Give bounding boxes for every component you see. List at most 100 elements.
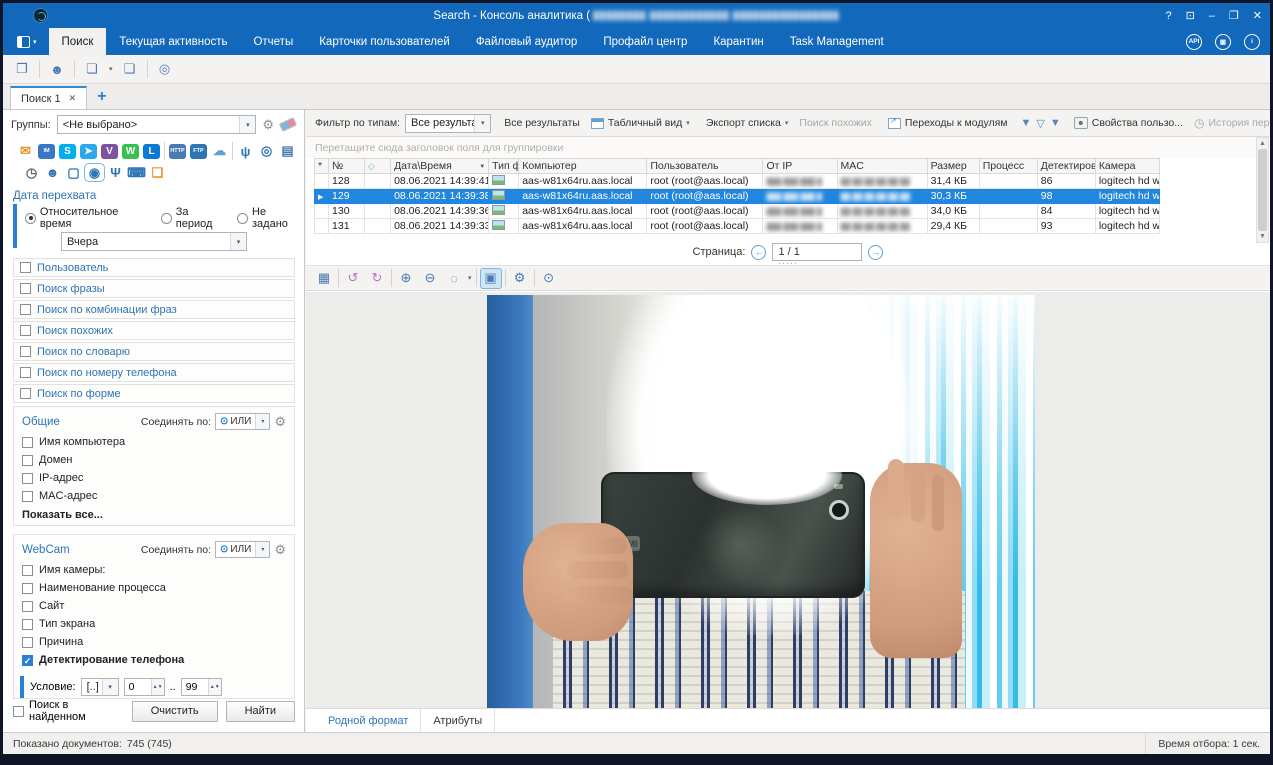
filter-dictionary-search[interactable]: Поиск по словарю — [13, 342, 295, 361]
common-settings-icon[interactable]: ⚙ — [274, 414, 286, 430]
radio-not-set[interactable]: Не задано — [237, 206, 304, 230]
col-number[interactable]: № — [329, 159, 365, 174]
menu-tab-current-activity[interactable]: Текущая активность — [106, 28, 240, 55]
filter-user[interactable]: Пользователь — [13, 258, 295, 277]
chevron-down-icon[interactable]: ▾ — [255, 414, 269, 429]
webcam-phone-detection[interactable]: ✓Детектирование телефона — [22, 654, 286, 666]
checkbox[interactable] — [22, 637, 33, 648]
checkbox[interactable] — [20, 388, 31, 399]
close-button[interactable]: ✕ — [1253, 9, 1262, 22]
webcam-icon[interactable]: ◉ — [86, 165, 103, 180]
stepper-arrows-icon[interactable]: ▲▼ — [151, 679, 164, 695]
monitor-icon[interactable]: ▢ — [65, 165, 82, 180]
rotate-right-icon[interactable]: ↻ — [367, 269, 387, 288]
menu-tab-profile-center[interactable]: Профайл центр — [590, 28, 700, 55]
checkbox[interactable] — [13, 706, 24, 717]
col-datetime[interactable]: Дата\Время▼ — [391, 159, 489, 174]
usb-icon[interactable]: ψ — [237, 144, 254, 159]
checkbox[interactable] — [20, 304, 31, 315]
clear-button[interactable]: Очистить — [132, 701, 218, 722]
webcam-screen-type[interactable]: Тип экрана — [22, 618, 286, 630]
import-search-icon[interactable]: ❏ — [119, 59, 141, 79]
menu-tab-poisk[interactable]: Поиск — [49, 28, 107, 55]
table-row[interactable]: 128 08.06.2021 14:39:41 aas-w81x64ru.aas… — [315, 174, 1160, 189]
table-row[interactable]: 131 08.06.2021 14:39:33 aas-w81x64ru.aas… — [315, 219, 1160, 234]
checkbox[interactable] — [22, 601, 33, 612]
checkbox[interactable] — [20, 262, 31, 273]
im-icon[interactable]: IM — [38, 144, 55, 159]
checkbox[interactable] — [22, 437, 33, 448]
common-computer-name[interactable]: Имя компьютера — [22, 436, 286, 448]
lync-icon[interactable]: L — [143, 144, 160, 159]
checkbox[interactable] — [20, 283, 31, 294]
checkbox[interactable] — [20, 346, 31, 357]
condition-to-stepper[interactable]: 99▲▼ — [181, 678, 222, 696]
help-button[interactable]: ? — [1165, 10, 1171, 22]
similar-search-button[interactable]: Поиск похожих — [796, 115, 874, 131]
chevron-down-icon[interactable]: ▾ — [230, 233, 246, 250]
menu-tab-file-auditor[interactable]: Файловый аудитор — [463, 28, 591, 55]
restore-button[interactable]: ❐ — [1229, 9, 1239, 22]
menu-tab-user-cards[interactable]: Карточки пользователей — [306, 28, 463, 55]
checkbox[interactable] — [22, 583, 33, 594]
pin-window-button[interactable]: ⊡ — [1186, 9, 1195, 22]
checkbox[interactable] — [20, 367, 31, 378]
col-file-type[interactable]: Тип фа — [489, 159, 519, 174]
scroll-up-icon[interactable]: ▲ — [1259, 140, 1266, 147]
tab-attributes[interactable]: Атрибуты — [421, 709, 495, 732]
checkbox-checked[interactable]: ✓ — [22, 655, 33, 666]
col-process[interactable]: Процесс — [979, 159, 1037, 174]
save-image-icon[interactable]: ▦ — [314, 269, 334, 288]
chevron-down-icon[interactable]: ▾ — [102, 679, 118, 695]
view-icon[interactable]: ⊙ — [539, 269, 559, 288]
table-row-selected[interactable]: ▶ 129 08.06.2021 14:39:38 aas-w81x64ru.a… — [315, 189, 1160, 204]
clear-groups-icon[interactable] — [279, 117, 297, 132]
period-combobox[interactable]: Вчера ▾ — [61, 232, 247, 251]
groups-settings-icon[interactable]: ⚙ — [262, 117, 274, 133]
user-search-icon[interactable]: ☻ — [46, 59, 68, 79]
webcam-site[interactable]: Сайт — [22, 600, 286, 612]
tab-close-icon[interactable]: ✕ — [69, 93, 77, 104]
menu-tab-quarantine[interactable]: Карантин — [700, 28, 776, 55]
menu-tab-task-management[interactable]: Task Management — [777, 28, 897, 55]
table-row[interactable]: 130 08.06.2021 14:39:36 aas-w81x64ru.aas… — [315, 204, 1160, 219]
join-combobox[interactable]: ⊙ ИЛИ ▾ — [215, 413, 270, 430]
api-icon[interactable]: API — [1186, 34, 1202, 50]
tab-poisk-1[interactable]: Поиск 1 ✕ — [10, 86, 87, 109]
radio-for-period[interactable]: За период — [161, 206, 227, 230]
apply-funnel-icon[interactable]: ▼ — [1050, 117, 1061, 129]
filter-form-search[interactable]: Поиск по форме — [13, 384, 295, 403]
search-in-found-checkbox[interactable]: Поиск в найденном — [13, 699, 124, 723]
col-user[interactable]: Пользователь — [647, 159, 763, 174]
zoom-out-icon[interactable]: ⊖ — [420, 269, 440, 288]
stepper-arrows-icon[interactable]: ▲▼ — [208, 679, 221, 695]
chat-history-button[interactable]: ◷ История переписки — [1191, 114, 1270, 132]
scrollbar-thumb[interactable] — [1258, 149, 1267, 231]
zoom-menu-icon[interactable]: ◌ — [444, 269, 464, 288]
common-ip-address[interactable]: IP-адрес — [22, 472, 286, 484]
export-search-icon[interactable]: ❏ — [81, 59, 103, 79]
radio-relative-time[interactable]: Относительное время — [25, 206, 151, 230]
checkbox[interactable] — [22, 491, 33, 502]
id-search-icon[interactable]: ◎ — [154, 59, 176, 79]
filter-funnel-icon[interactable]: ▼ — [1021, 117, 1032, 129]
settings-icon[interactable]: ⚙ — [510, 269, 530, 288]
checkbox[interactable] — [20, 325, 31, 336]
cloud-icon[interactable]: ☁ — [211, 144, 228, 159]
checkbox[interactable] — [22, 619, 33, 630]
keyboard-icon[interactable]: ⌨ — [128, 165, 145, 180]
chevron-down-icon[interactable]: ▾ — [255, 542, 269, 557]
chevron-down-icon[interactable]: ▾ — [474, 115, 490, 132]
chevron-down-icon[interactable]: ▾ — [239, 116, 255, 133]
col-tag[interactable]: ◇ — [365, 159, 391, 174]
fit-window-icon[interactable]: ▣ — [481, 269, 501, 288]
table-view-button[interactable]: Табличный вид ▾ — [588, 115, 693, 131]
export-list-button[interactable]: Экспорт списка ▾ — [703, 115, 792, 131]
filter-phrase-search[interactable]: Поиск фразы — [13, 279, 295, 298]
whatsapp-icon[interactable]: W — [122, 144, 139, 159]
filter-phrase-combination[interactable]: Поиск по комбинации фраз — [13, 300, 295, 319]
deploy-icon[interactable]: ▣ — [1215, 34, 1231, 50]
ftp-icon[interactable]: FTP — [190, 144, 207, 159]
user-properties-button[interactable]: ☻ Свойства пользо... — [1071, 115, 1186, 131]
all-results-button[interactable]: Все результаты — [501, 115, 583, 131]
